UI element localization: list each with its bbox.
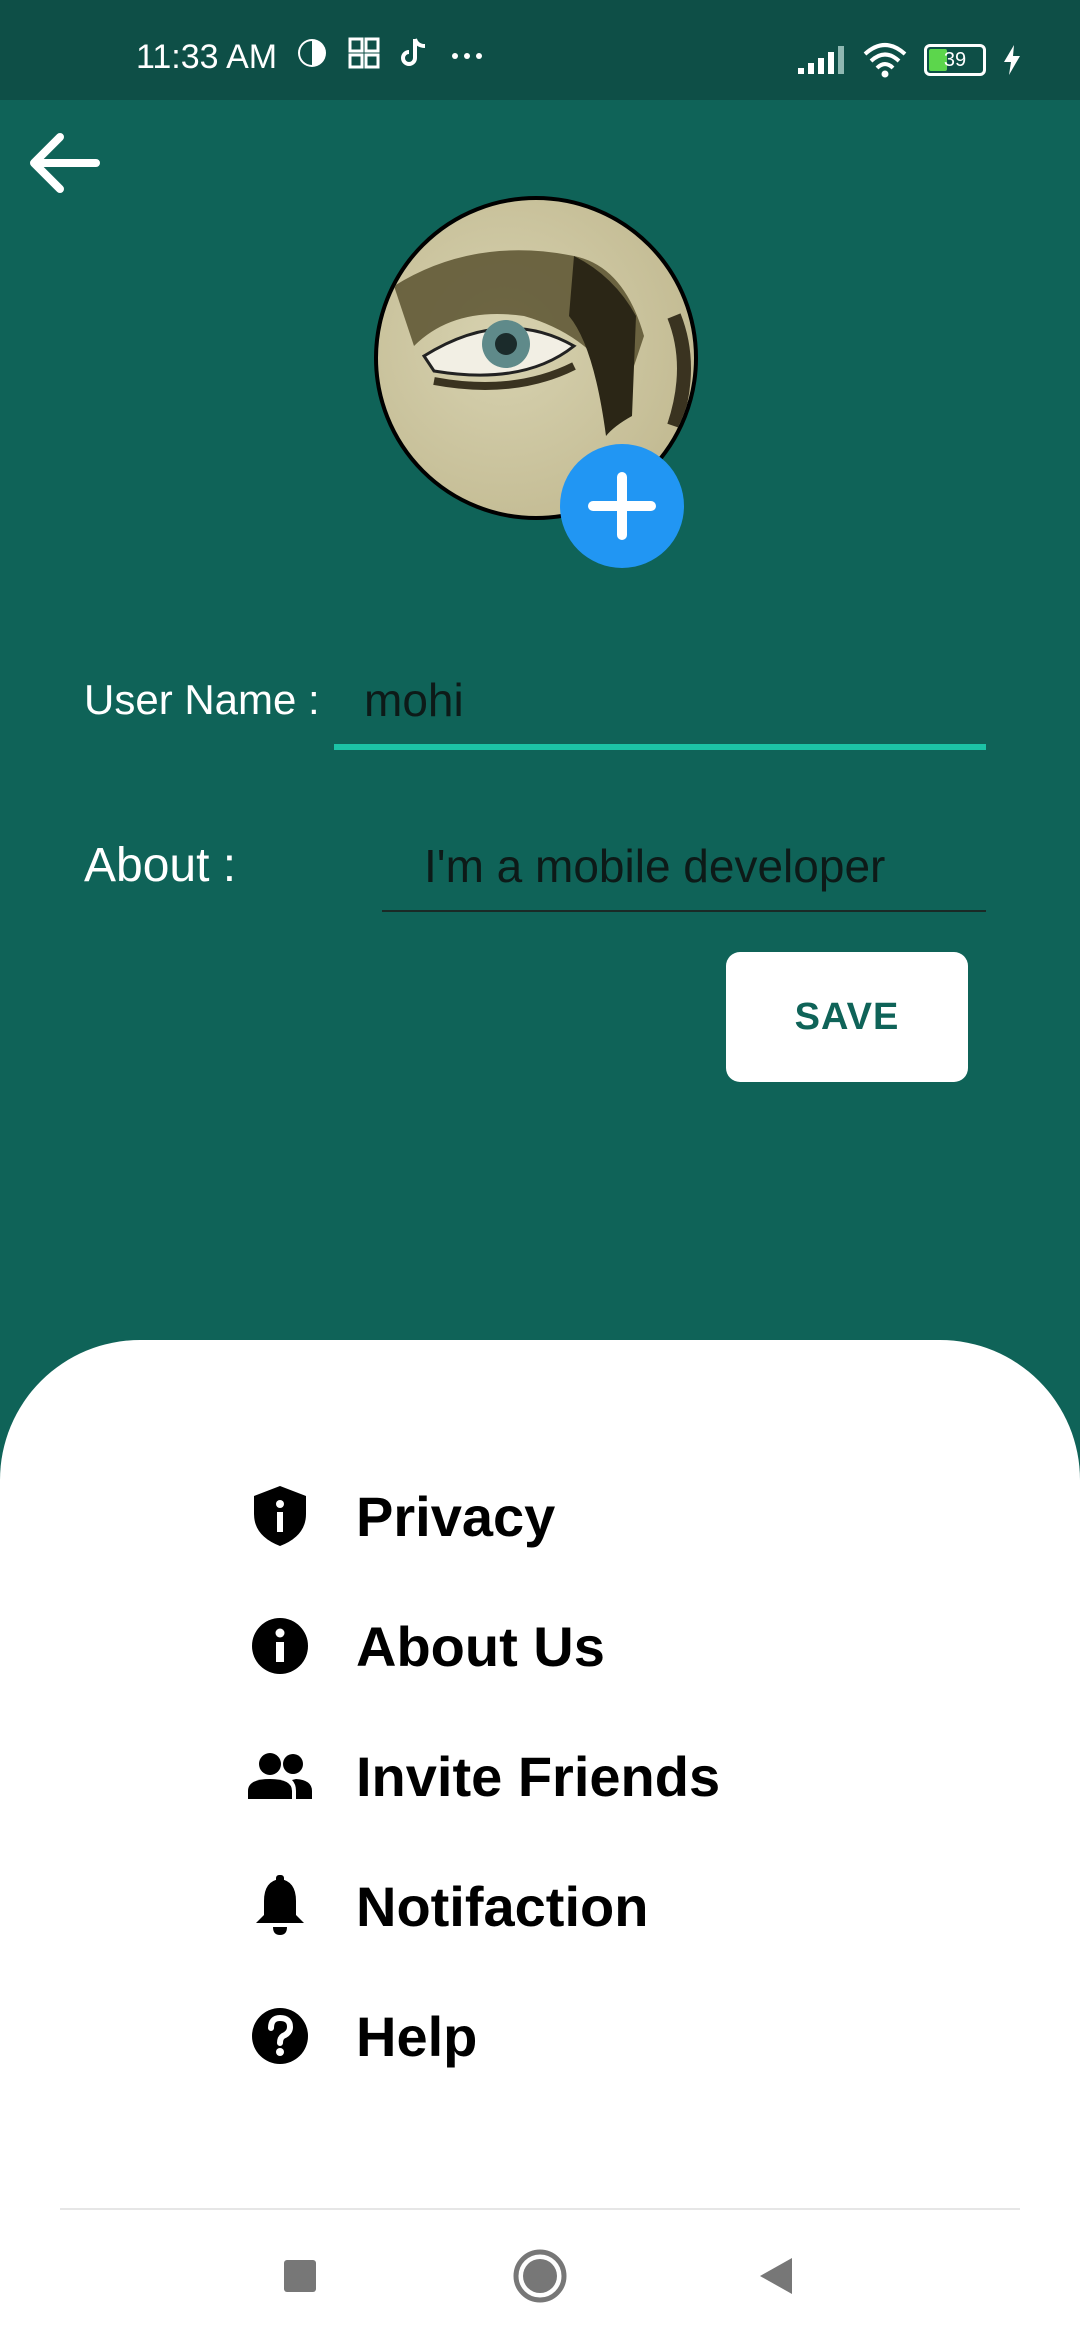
more-dots-icon [452, 53, 482, 59]
username-label: User Name : [84, 676, 320, 723]
about-underline [382, 910, 986, 912]
status-time: 11:33 AM [136, 38, 278, 76]
recents-square-icon [284, 2260, 316, 2292]
battery-icon: 39 [924, 44, 986, 76]
wifi-icon [863, 43, 907, 78]
bell-icon [240, 1866, 320, 1946]
about-input[interactable] [424, 834, 984, 898]
back-button[interactable] [26, 130, 100, 196]
username-underline [334, 744, 986, 750]
clock-app-icon [298, 39, 326, 67]
recents-button[interactable] [260, 2240, 340, 2312]
menu-item-label: Invite Friends [356, 1744, 721, 1808]
help-icon [240, 1996, 320, 2076]
charging-icon [1004, 45, 1020, 75]
shield-icon [240, 1476, 320, 1556]
menu-item-invite-friends[interactable]: Invite Friends [240, 1736, 720, 1816]
system-back-button[interactable] [736, 2240, 816, 2312]
signal-icon [798, 46, 844, 74]
apps-grid-icon [348, 37, 380, 69]
menu-item-label: Privacy [356, 1484, 556, 1548]
menu-item-privacy[interactable]: Privacy [240, 1476, 555, 1556]
info-icon [240, 1606, 320, 1686]
arrow-left-icon [30, 133, 100, 193]
back-triangle-icon [760, 2258, 792, 2294]
home-button[interactable] [500, 2240, 580, 2312]
about-label: About : [84, 839, 237, 892]
plus-icon [588, 472, 656, 540]
tiktok-icon [401, 38, 426, 66]
status-left-icons [295, 36, 487, 70]
menu-item-label: About Us [356, 1614, 605, 1678]
menu-item-label: Notifaction [356, 1874, 649, 1938]
menu-item-about-us[interactable]: About Us [240, 1606, 605, 1686]
menu-item-help[interactable]: Help [240, 1996, 477, 2076]
add-photo-button[interactable] [560, 444, 684, 568]
home-circle-icon [513, 2249, 567, 2303]
status-right-icons: 39 [796, 42, 1022, 78]
menu-item-notifaction[interactable]: Notifaction [240, 1866, 648, 1946]
username-input[interactable] [364, 668, 964, 732]
battery-level: 39 [943, 49, 967, 71]
save-button[interactable]: SAVE [726, 952, 968, 1082]
status-bar: 11:33 AM 39 [0, 0, 1080, 100]
nav-divider [60, 2208, 1020, 2210]
menu-item-label: Help [356, 2004, 478, 2068]
people-icon [240, 1736, 320, 1816]
